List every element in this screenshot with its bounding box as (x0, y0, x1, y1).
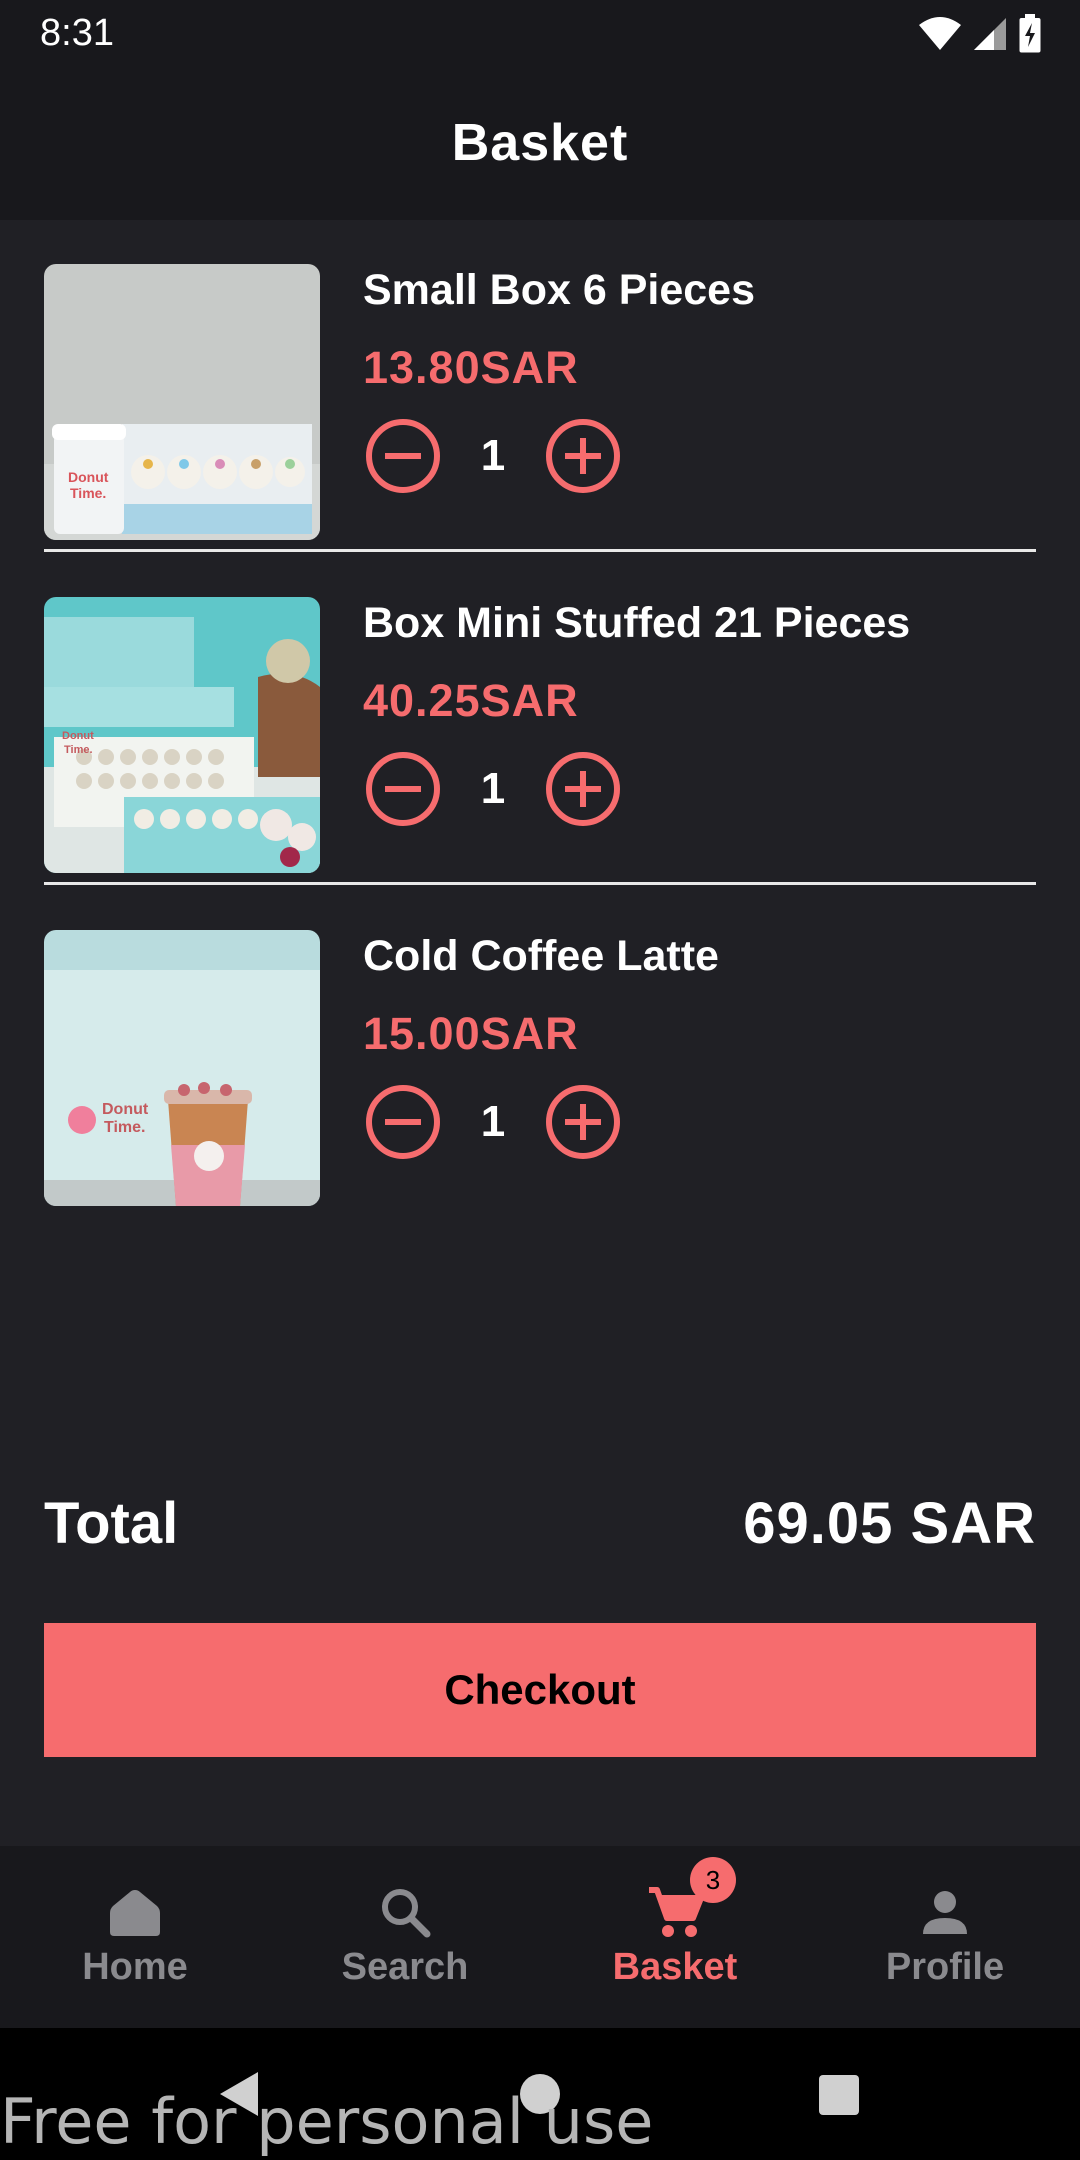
nav-label: Basket (612, 1946, 738, 1988)
nav-label: Profile (885, 1946, 1005, 1988)
item-divider (44, 549, 1036, 552)
total-label: Total (44, 1491, 179, 1556)
watermark: Free for personal use (0, 2085, 654, 2158)
item-name: Box Mini Stuffed 21 Pieces (363, 599, 911, 647)
nav-item-search[interactable]: Search (270, 1846, 540, 2028)
decrease-quantity-button[interactable] (363, 749, 443, 829)
basket-screen: 8:31 Basket Donut Time. Small Box 6 Piec… (0, 0, 1080, 2160)
product-image[interactable]: Donut Time. (44, 597, 320, 873)
product-image[interactable]: Donut Time. (44, 930, 320, 1206)
item-divider (44, 882, 1036, 885)
home-icon (110, 1890, 160, 1936)
item-quantity: 1 (480, 764, 506, 813)
product-image[interactable]: Donut Time. (44, 264, 320, 540)
increase-quantity-button[interactable] (543, 416, 623, 496)
search-icon (382, 1889, 431, 1938)
recents-icon[interactable] (818, 2074, 860, 2116)
wifi-icon (919, 17, 961, 50)
status-bar: 8:31 (0, 0, 1080, 66)
total-value: 69.05 SAR (743, 1491, 1036, 1556)
svg-text:Time.: Time. (64, 744, 93, 756)
basket-item: Donut Time. Small Box 6 Pieces 13.80SAR … (44, 264, 1036, 540)
nav-item-home[interactable]: Home (0, 1846, 270, 2028)
item-price: 40.25SAR (363, 675, 579, 726)
status-icons (918, 14, 1042, 54)
status-time: 8:31 (40, 12, 114, 54)
svg-text:Time.: Time. (70, 485, 106, 501)
svg-text:Donut: Donut (68, 469, 109, 485)
basket-item: Donut Time. Box Mini Stuffed 21 Pieces 4… (44, 597, 1036, 873)
page-title: Basket (451, 114, 629, 172)
quantity-stepper: 1 (363, 416, 623, 496)
svg-text:Donut: Donut (62, 730, 94, 742)
svg-text:Time.: Time. (104, 1119, 146, 1136)
increase-quantity-button[interactable] (543, 1082, 623, 1162)
signal-icon (974, 18, 1006, 50)
item-price: 15.00SAR (363, 1008, 579, 1059)
increase-quantity-button[interactable] (543, 749, 623, 829)
checkout-label: Checkout (444, 1666, 636, 1713)
item-quantity: 1 (480, 1097, 506, 1146)
nav-item-profile[interactable]: Profile (810, 1846, 1080, 2028)
basket-count-badge: 3 (690, 1857, 736, 1903)
app-bar: Basket (0, 66, 1080, 220)
item-name: Small Box 6 Pieces (363, 266, 755, 314)
basket-item: Donut Time. Cold Coffee Latte 15.00SAR 1 (44, 930, 1036, 1206)
nav-item-basket[interactable]: Basket (540, 1846, 810, 2028)
checkout-button[interactable]: Checkout (44, 1623, 1036, 1757)
bottom-navigation: Home Search Basket Profile (0, 1846, 1080, 2028)
item-price: 13.80SAR (363, 342, 579, 393)
nav-label: Home (82, 1946, 188, 1988)
battery-icon (1019, 14, 1041, 53)
quantity-stepper: 1 (363, 749, 623, 829)
svg-text:Donut: Donut (102, 1101, 149, 1118)
quantity-stepper: 1 (363, 1082, 623, 1162)
nav-label: Search (341, 1946, 469, 1988)
decrease-quantity-button[interactable] (363, 416, 443, 496)
person-icon (923, 1891, 967, 1934)
item-name: Cold Coffee Latte (363, 932, 719, 980)
item-quantity: 1 (480, 431, 506, 480)
decrease-quantity-button[interactable] (363, 1082, 443, 1162)
